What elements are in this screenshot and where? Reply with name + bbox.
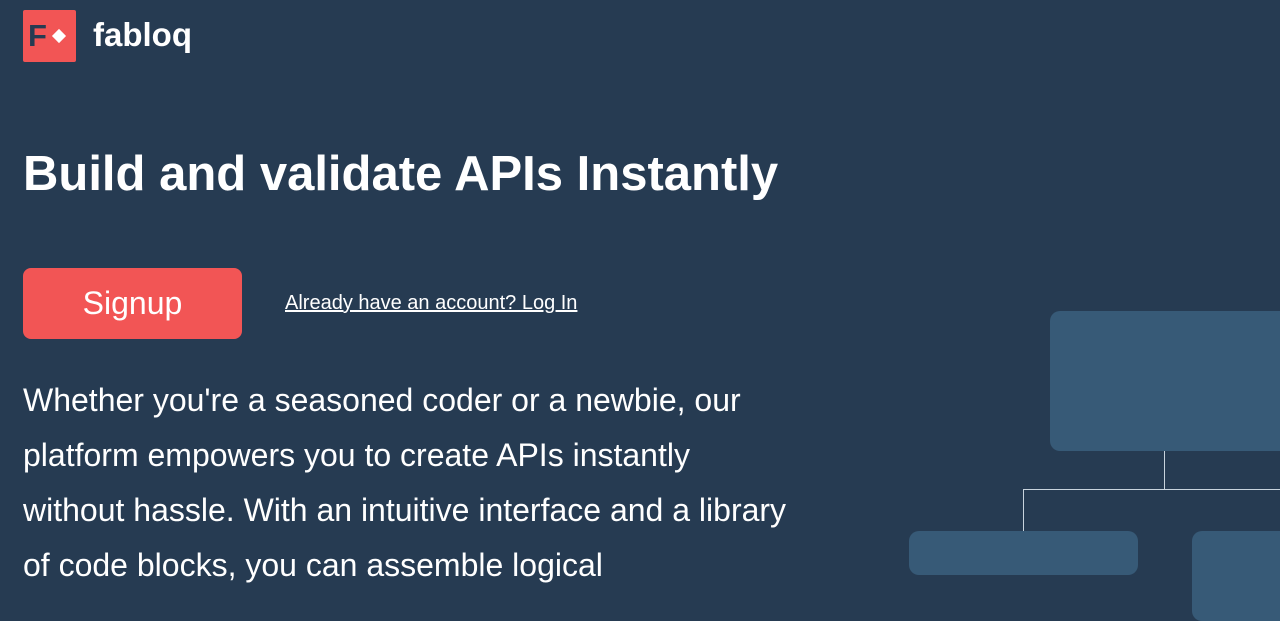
hero-title: Build and validate APIs Instantly bbox=[23, 147, 779, 201]
login-link[interactable]: Already have an account? Log In bbox=[285, 291, 577, 315]
signup-button[interactable]: Signup bbox=[23, 268, 242, 339]
flow-connector-left-branch bbox=[1023, 489, 1024, 531]
hero-description: Whether you're a seasoned coder or a new… bbox=[23, 382, 787, 583]
diamond-icon bbox=[51, 28, 67, 44]
flow-connector-vertical bbox=[1164, 451, 1165, 489]
flow-node-child-left bbox=[909, 531, 1138, 575]
flow-node-parent bbox=[1050, 311, 1280, 451]
brand-name[interactable]: fabloq bbox=[93, 18, 192, 54]
flow-node-child-right bbox=[1192, 531, 1280, 621]
logo-letter: F bbox=[28, 18, 47, 53]
fabloq-logo-icon[interactable]: F bbox=[23, 10, 76, 62]
flow-connector-horizontal bbox=[1023, 489, 1280, 490]
site-header: F fabloq bbox=[23, 10, 192, 62]
